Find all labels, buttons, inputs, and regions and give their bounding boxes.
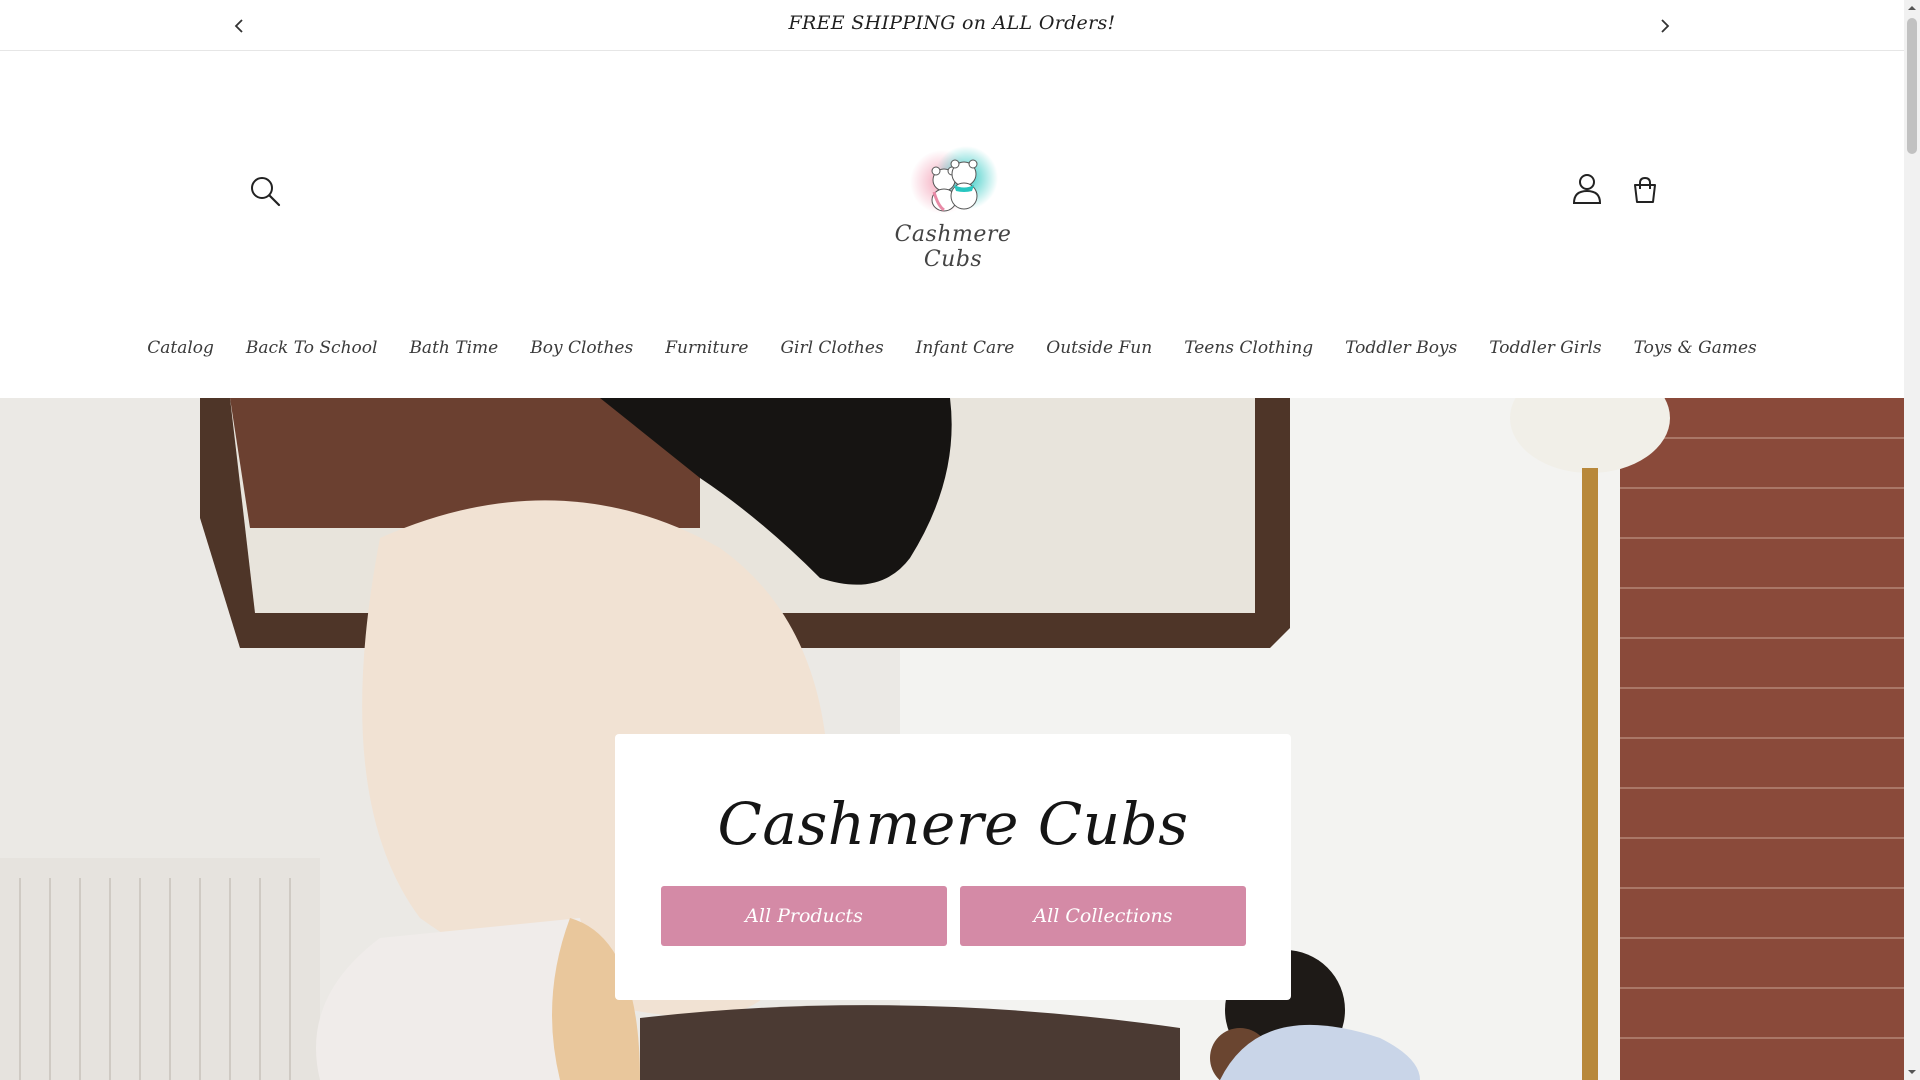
site-header: Cashmere Cubs Catalog Back To School Bat… <box>0 52 1904 398</box>
logo-text: Cashmere Cubs <box>894 222 1012 272</box>
announcement-text: FREE SHIPPING on ALL Orders! <box>788 12 1116 34</box>
nav-item-infant-care[interactable]: Infant Care <box>916 338 1015 378</box>
nav-item-girl-clothes[interactable]: Girl Clothes <box>780 338 883 378</box>
nav-item-toddler-girls[interactable]: Toddler Girls <box>1489 338 1601 378</box>
scroll-up-arrow-icon[interactable] <box>1904 0 1920 16</box>
chevron-right-icon[interactable] <box>1652 14 1676 38</box>
nav-item-back-to-school[interactable]: Back To School <box>246 338 378 378</box>
nav-item-toddler-boys[interactable]: Toddler Boys <box>1345 338 1457 378</box>
nav-item-catalog[interactable]: Catalog <box>147 338 214 378</box>
nav-item-outside-fun[interactable]: Outside Fun <box>1046 338 1152 378</box>
scrollbar-thumb[interactable] <box>1907 18 1917 154</box>
nav-item-furniture[interactable]: Furniture <box>665 338 748 378</box>
nav-item-bath-time[interactable]: Bath Time <box>409 338 498 378</box>
search-icon[interactable] <box>248 174 282 208</box>
main-nav: Catalog Back To School Bath Time Boy Clo… <box>0 338 1904 378</box>
site-logo[interactable]: Cashmere Cubs <box>878 136 1028 272</box>
nav-item-boy-clothes[interactable]: Boy Clothes <box>530 338 633 378</box>
page-scrollbar[interactable] <box>1904 0 1920 1080</box>
announcement-bar: FREE SHIPPING on ALL Orders! <box>0 0 1904 51</box>
nav-item-teens-clothing[interactable]: Teens Clothing <box>1184 338 1313 378</box>
all-products-button[interactable]: All Products <box>661 886 947 946</box>
cart-icon[interactable] <box>1628 174 1662 208</box>
hero-card: Cashmere Cubs All Products All Collectio… <box>615 734 1291 1000</box>
all-collections-button[interactable]: All Collections <box>960 886 1246 946</box>
hero-title: Cashmere Cubs <box>717 790 1189 858</box>
account-icon[interactable] <box>1570 172 1604 206</box>
nav-item-toys-games[interactable]: Toys & Games <box>1634 338 1757 378</box>
scroll-down-arrow-icon[interactable] <box>1904 1064 1920 1080</box>
hero-banner: Cashmere Cubs All Products All Collectio… <box>0 398 1904 1080</box>
